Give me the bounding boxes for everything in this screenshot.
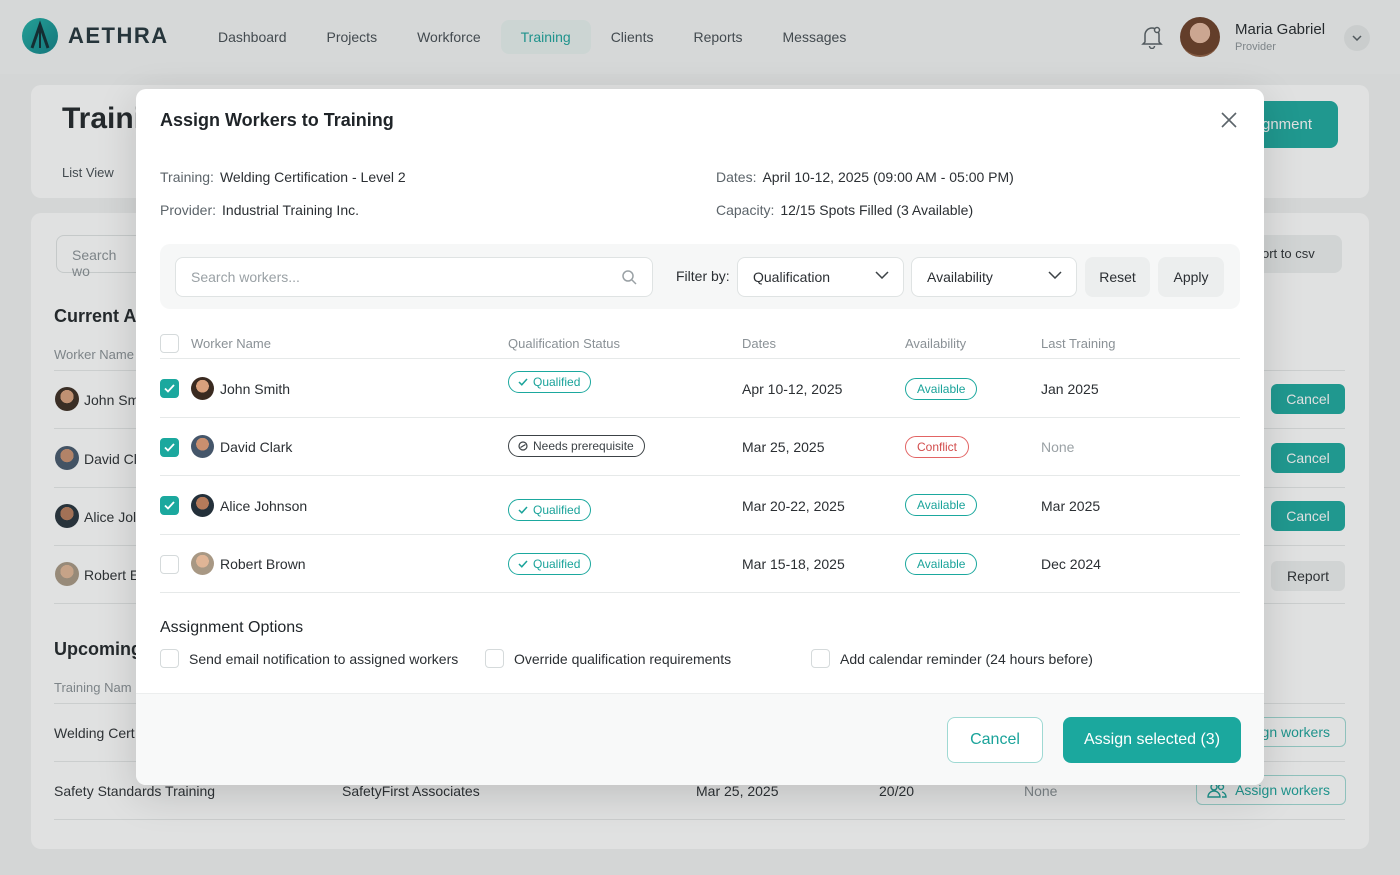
close-icon[interactable] <box>1218 109 1240 131</box>
worker-checkbox[interactable] <box>160 496 179 515</box>
checkbox[interactable] <box>811 649 830 668</box>
column-header-last-training: Last Training <box>1041 336 1116 351</box>
availability-select[interactable]: Availability <box>911 257 1077 297</box>
status-badge: Qualified <box>508 371 592 393</box>
filter-label: Filter by: <box>676 268 730 284</box>
modal-footer: Cancel Assign selected (3) <box>136 693 1264 785</box>
provider-value: Industrial Training Inc. <box>222 202 359 218</box>
availability-badge: Available <box>905 553 978 575</box>
checkbox[interactable] <box>160 649 179 668</box>
reset-button[interactable]: Reset <box>1085 257 1150 297</box>
prerequisite-icon <box>518 441 528 451</box>
chevron-down-icon <box>1048 271 1062 279</box>
avatar <box>191 494 214 517</box>
last-training: Jan 2025 <box>1041 381 1099 397</box>
availability-badge: Available <box>905 378 978 400</box>
divider <box>160 534 1240 535</box>
filter-bar: Filter by: Qualification Availability Re… <box>160 244 1240 309</box>
status-badge: Qualified <box>508 553 592 575</box>
select-all-checkbox[interactable] <box>160 334 179 353</box>
option-email-notification[interactable]: Send email notification to assigned work… <box>160 649 458 668</box>
column-header-dates: Dates <box>742 336 776 351</box>
modal-title: Assign Workers to Training <box>160 110 394 130</box>
avatar <box>191 552 214 575</box>
option-override-qualification[interactable]: Override qualification requirements <box>485 649 731 668</box>
divider <box>160 358 1240 359</box>
training-value: Welding Certification - Level 2 <box>219 169 406 185</box>
worker-dates: Mar 20-22, 2025 <box>742 498 845 514</box>
last-training: None <box>1041 439 1075 455</box>
column-header-worker-name: Worker Name <box>191 336 271 351</box>
chevron-down-icon <box>875 271 889 279</box>
qualification-select[interactable]: Qualification <box>737 257 904 297</box>
worker-name: Robert Brown <box>220 556 306 572</box>
capacity-info: Capacity: 12/15 Spots Filled (3 Available… <box>716 202 974 218</box>
training-info: Training: Welding Certification - Level 2 <box>160 169 406 185</box>
worker-dates: Apr 10-12, 2025 <box>742 381 843 397</box>
assign-selected-button[interactable]: Assign selected (3) <box>1063 717 1241 763</box>
last-training: Dec 2024 <box>1041 556 1101 572</box>
worker-dates: Mar 15-18, 2025 <box>742 556 845 572</box>
assignment-options-title: Assignment Options <box>160 619 304 636</box>
divider <box>160 417 1240 418</box>
option-calendar-reminder[interactable]: Add calendar reminder (24 hours before) <box>811 649 1093 668</box>
avatar <box>191 377 214 400</box>
worker-dates: Mar 25, 2025 <box>742 439 825 455</box>
worker-checkbox[interactable] <box>160 555 179 574</box>
check-icon <box>164 443 175 452</box>
search-input[interactable] <box>176 258 596 296</box>
divider <box>160 475 1240 476</box>
status-badge: Qualified <box>508 499 592 521</box>
provider-info: Provider: Industrial Training Inc. <box>160 202 359 218</box>
dates-value: April 10-12, 2025 (09:00 AM - 05:00 PM) <box>762 169 1014 185</box>
availability-badge: Available <box>905 494 978 516</box>
search-workers-field[interactable] <box>175 257 653 297</box>
worker-checkbox[interactable] <box>160 438 179 457</box>
divider <box>160 592 1240 593</box>
worker-checkbox[interactable] <box>160 379 179 398</box>
search-icon <box>622 270 637 285</box>
checkbox[interactable] <box>485 649 504 668</box>
capacity-value: 12/15 Spots Filled (3 Available) <box>780 202 974 218</box>
avatar <box>191 435 214 458</box>
dates-info: Dates: April 10-12, 2025 (09:00 AM - 05:0… <box>716 169 1014 185</box>
worker-name: Alice Johnson <box>220 498 308 514</box>
availability-badge: Conflict <box>905 436 970 458</box>
apply-button[interactable]: Apply <box>1158 257 1224 297</box>
check-icon <box>164 384 175 393</box>
cancel-button[interactable]: Cancel <box>947 717 1043 763</box>
check-icon <box>518 378 528 386</box>
assign-workers-modal: Assign Workers to Training Training: Weld… <box>136 89 1264 785</box>
last-training: Mar 2025 <box>1041 498 1101 514</box>
check-icon <box>518 506 528 514</box>
check-icon <box>518 560 528 568</box>
column-header-availability: Availability <box>905 336 967 351</box>
worker-name: John Smith <box>220 381 291 397</box>
column-header-qualification: Qualification Status <box>508 336 621 351</box>
status-badge: Needs prerequisite <box>508 435 645 457</box>
check-icon <box>164 501 175 510</box>
worker-name: David Clark <box>220 439 293 455</box>
